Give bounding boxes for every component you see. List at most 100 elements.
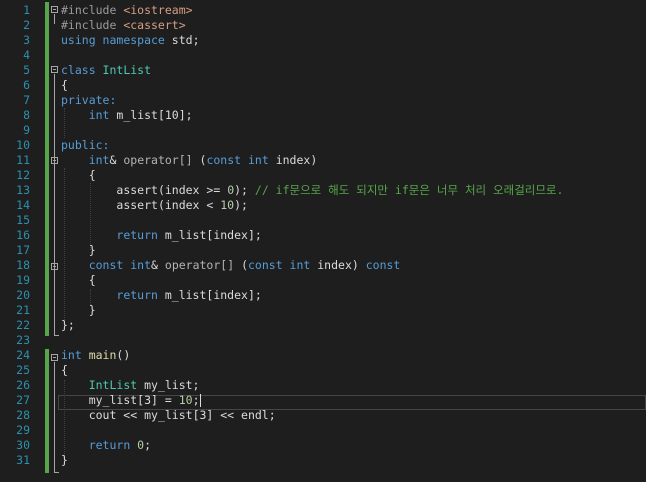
code-token: return <box>116 228 165 242</box>
line-number: 1 <box>23 3 30 17</box>
code-line[interactable]: my_list[3] = 10; <box>61 393 646 408</box>
code-editor[interactable]: 1 2 3 4 5 6 7 8 9 10 11 12 13 14 15 16 17 18 19 20 21 22 23 24 2… <box>0 0 646 482</box>
code-token: } <box>61 243 96 257</box>
code-line[interactable]: class IntList <box>61 63 646 78</box>
code-line[interactable]: { <box>61 168 646 183</box>
code-line[interactable] <box>61 213 646 228</box>
code-line[interactable]: return m_list[index]; <box>61 288 646 303</box>
code-token: int <box>289 258 318 272</box>
line-number: 8 <box>23 108 30 122</box>
code-token: { <box>61 78 68 92</box>
code-line[interactable] <box>61 48 646 63</box>
fold-guide <box>54 271 55 321</box>
code-line[interactable] <box>61 423 646 438</box>
code-line[interactable]: int m_list[10]; <box>61 108 646 123</box>
code-line[interactable] <box>61 333 646 348</box>
code-token: & <box>109 153 124 167</box>
fold-toggle-icon[interactable] <box>51 263 58 270</box>
code-line[interactable]: return m_list[index]; <box>61 228 646 243</box>
code-line[interactable]: { <box>61 78 646 93</box>
code-token: my_list <box>144 408 193 422</box>
code-token: int <box>88 108 117 122</box>
code-line[interactable]: #include <iostream> <box>61 3 646 18</box>
line-number: 19 <box>16 273 30 287</box>
code-token: 10 <box>220 198 235 212</box>
code-line[interactable]: { <box>61 273 646 288</box>
code-line[interactable]: #include <cassert> <box>61 18 646 33</box>
line-number: 6 <box>23 78 30 92</box>
fold-guide-end <box>54 335 59 336</box>
code-line[interactable]: } <box>61 453 646 468</box>
line-number: 30 <box>16 438 30 452</box>
line-number: 3 <box>23 33 30 47</box>
fold-toggle-icon[interactable] <box>51 6 58 13</box>
code-token: m_list <box>116 108 158 122</box>
code-token: return <box>88 438 138 452</box>
code-token: index) <box>317 258 366 272</box>
code-line[interactable]: } <box>61 243 646 258</box>
fold-toggle-icon[interactable] <box>51 157 58 164</box>
line-number: 4 <box>23 48 30 62</box>
code-line[interactable]: }; <box>61 318 646 333</box>
line-number: 26 <box>16 378 30 392</box>
code-line[interactable]: using namespace std; <box>61 33 646 48</box>
code-token: const <box>88 258 131 272</box>
line-number: 27 <box>16 393 30 407</box>
change-bar <box>45 138 49 153</box>
fold-guide-end <box>54 472 59 473</box>
line-number: 28 <box>16 408 30 422</box>
code-token: & <box>151 258 165 272</box>
code-token: } <box>61 303 96 317</box>
code-line[interactable] <box>61 123 646 138</box>
code-line[interactable]: return 0; <box>61 438 646 453</box>
code-line[interactable]: public: <box>61 138 646 153</box>
code-line[interactable]: cout << my_list[3] << endl; <box>61 408 646 423</box>
code-line[interactable]: assert(index >= 0); // if문으로 해도 되지만 if문은… <box>61 183 646 198</box>
code-token: (index < <box>157 198 221 212</box>
code-token: () <box>116 348 131 362</box>
code-line[interactable]: int main() <box>61 348 646 363</box>
code-token: ); <box>234 183 255 197</box>
code-line[interactable]: assert(index < 10); <box>61 198 646 213</box>
fold-guide <box>54 14 55 24</box>
line-number: 20 <box>16 288 30 302</box>
code-line[interactable]: private: <box>61 93 646 108</box>
code-token: <iostream> <box>123 3 193 17</box>
code-token: (index >= <box>157 183 228 197</box>
line-number: 29 <box>16 423 30 437</box>
line-number: 18 <box>16 258 30 272</box>
code-token: ); <box>234 198 248 212</box>
fold-guide <box>54 165 55 255</box>
code-token: int <box>61 348 89 362</box>
code-line[interactable]: { <box>61 363 646 378</box>
line-number: 13 <box>16 183 30 197</box>
code-token: 10 <box>178 393 193 407</box>
fold-toggle-icon[interactable] <box>51 66 58 73</box>
code-line[interactable]: const int& operator[] (const int index) … <box>61 258 646 273</box>
code-token: main <box>88 348 117 362</box>
code-token: int <box>88 153 110 167</box>
code-token: [10]; <box>157 108 193 122</box>
code-line[interactable]: int& operator[] (const int index) <box>61 153 646 168</box>
line-number: 2 <box>23 18 30 32</box>
line-number: 10 <box>16 138 30 152</box>
line-number: 7 <box>23 93 30 107</box>
fold-toggle-icon[interactable] <box>51 354 58 361</box>
code-token: cout << <box>61 408 145 422</box>
code-token: #include <box>61 3 124 17</box>
text-caret <box>199 394 201 407</box>
code-line[interactable]: IntList my_list; <box>61 378 646 393</box>
code-token: }; <box>61 318 75 332</box>
code-token: int <box>248 153 276 167</box>
code-token: operator[] <box>123 153 193 167</box>
code-token: public: <box>61 138 110 152</box>
code-token: // if문으로 해도 되지만 if문은 너무 처리 오래걸리므로. <box>254 183 564 197</box>
code-line[interactable]: } <box>61 303 646 318</box>
